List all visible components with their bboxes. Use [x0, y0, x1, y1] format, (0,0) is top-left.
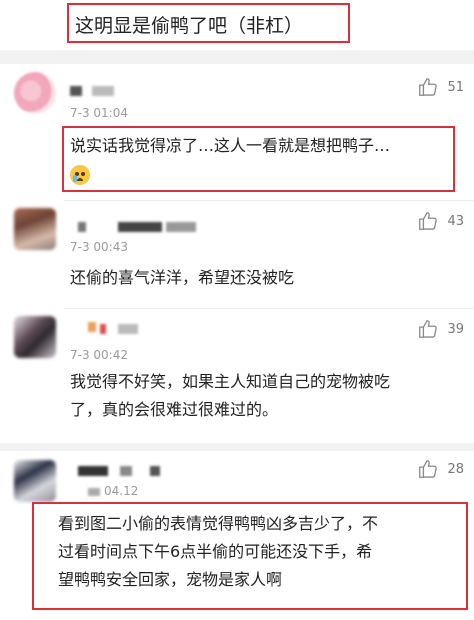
thumbs-up-icon — [419, 320, 438, 338]
comment-text-line: 望鸭鸭安全回家，宠物是家人啊 — [58, 570, 283, 589]
comment-text-line: 说实话我觉得凉了…这人一看就是想把鸭子… — [70, 136, 391, 155]
divider — [64, 308, 474, 309]
avatar[interactable] — [14, 460, 56, 502]
like-count: 51 — [447, 79, 464, 95]
username-redacted — [92, 86, 114, 96]
comment-time: 7-3 00:43 — [70, 240, 128, 254]
username-redacted — [166, 222, 196, 232]
comment-text-line: 看到图二小偷的表情觉得鸭鸭凶多吉少了，不 — [58, 514, 379, 533]
comment-text: 我觉得不好笑，如果主人知道自己的宠物被吃 了，真的会很难过很难过的。 — [70, 368, 390, 424]
like-count: 43 — [447, 213, 464, 229]
comment-text: 说实话我觉得凉了…这人一看就是想把鸭子… — [70, 132, 390, 188]
like-button[interactable]: 51 — [417, 76, 464, 98]
comment-time: 7-3 00:42 — [70, 348, 128, 362]
comment-text-line: 还偷的喜气洋洋，希望还没被吃 — [70, 268, 295, 287]
username-redacted — [100, 324, 106, 334]
username-redacted[interactable] — [78, 222, 86, 232]
avatar[interactable] — [14, 72, 56, 114]
comment-text: 还偷的喜气洋洋，希望还没被吃 — [70, 264, 294, 292]
username-redacted — [118, 324, 138, 334]
thumbs-up-icon — [419, 212, 438, 230]
thumbs-up-icon — [419, 460, 438, 478]
username-redacted — [118, 222, 162, 232]
section-separator — [0, 443, 474, 451]
comment-text: 看到图二小偷的表情觉得鸭鸭凶多吉少了，不 过看时间点下午6点半偷的可能还没下手，… — [58, 510, 378, 594]
thumbs-up-icon — [419, 78, 438, 96]
crying-face-icon — [70, 164, 90, 185]
username-redacted[interactable] — [88, 322, 96, 332]
avatar[interactable] — [14, 208, 56, 250]
post-title: 这明显是偷鸭了吧（非杠） — [75, 15, 304, 37]
comment-time: 7-3 01:04 — [70, 106, 128, 120]
section-separator — [0, 50, 474, 64]
username-redacted[interactable] — [78, 466, 108, 476]
username-redacted — [150, 466, 160, 476]
like-button[interactable]: 39 — [417, 318, 464, 340]
username-redacted[interactable] — [70, 86, 82, 96]
time-redacted — [88, 488, 100, 496]
username-redacted — [120, 466, 132, 476]
comment-item: 7-3 00:43 43 还偷的喜气洋洋，希望还没被吃 — [0, 202, 474, 312]
comment-item: 7-3 01:04 51 说实话我觉得凉了…这人一看就是想把鸭子… — [0, 64, 474, 204]
comment-text-line: 了，真的会很难过很难过的。 — [70, 400, 279, 419]
like-count: 28 — [447, 461, 464, 477]
comment-time: 04.12 — [104, 484, 139, 498]
like-button[interactable]: 43 — [417, 210, 464, 232]
like-button[interactable]: 28 — [417, 458, 464, 480]
comment-text-line: 我觉得不好笑，如果主人知道自己的宠物被吃 — [70, 372, 391, 391]
comment-item: 04.12 28 看到图二小偷的表情觉得鸭鸭凶多吉少了，不 过看时间点下午6点半… — [0, 452, 474, 620]
divider — [64, 200, 474, 201]
comment-item: 7-3 00:42 39 我觉得不好笑，如果主人知道自己的宠物被吃 了，真的会很… — [0, 310, 474, 450]
comment-text-line: 过看时间点下午6点半偷的可能还没下手，希 — [58, 542, 373, 561]
post-title-highlight: 这明显是偷鸭了吧（非杠） — [67, 3, 350, 43]
like-count: 39 — [447, 321, 464, 337]
avatar[interactable] — [14, 316, 56, 358]
